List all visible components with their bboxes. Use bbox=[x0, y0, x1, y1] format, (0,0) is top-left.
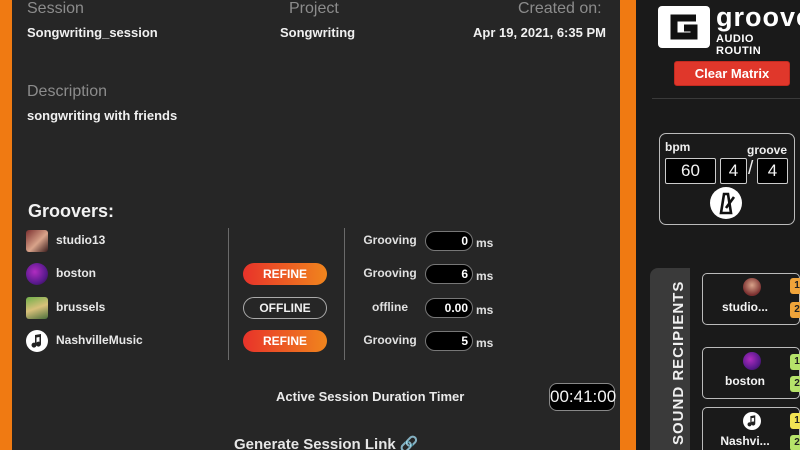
logo-subtitle: AUDIO ROUTIN bbox=[716, 33, 762, 57]
created-label: Created on: bbox=[518, 0, 602, 17]
channel-badge[interactable]: 1 bbox=[790, 354, 800, 370]
latency-unit: ms bbox=[476, 269, 494, 283]
avatar bbox=[743, 352, 761, 370]
link-icon: 🔗 bbox=[399, 436, 419, 450]
latency-field: 0.00 bbox=[425, 298, 473, 318]
groover-status: Grooving bbox=[363, 266, 417, 280]
channel-badge[interactable]: 1 bbox=[790, 413, 800, 429]
recipient-name: boston bbox=[725, 374, 765, 388]
generate-link-label: Generate Session Link bbox=[234, 436, 396, 450]
generate-link-button[interactable]: Generate Session Link 🔗 bbox=[234, 435, 419, 450]
session-timer: 00:41:00 bbox=[549, 383, 616, 411]
left-accent-bar bbox=[0, 0, 12, 450]
groover-row: boston REFINE Grooving 6 ms bbox=[26, 260, 626, 288]
description-label: Description bbox=[27, 83, 108, 100]
panel-gap bbox=[636, 0, 648, 450]
sound-recipients-label: SOUND RECIPIENTS bbox=[670, 280, 687, 445]
groover-row: brussels OFFLINE offline 0.00 ms bbox=[26, 294, 626, 322]
logo-text: groove bbox=[716, 2, 800, 32]
avatar bbox=[743, 278, 761, 296]
session-name: Songwriting_session bbox=[27, 25, 158, 40]
latency-field: 6 bbox=[425, 264, 473, 284]
groover-name: brussels bbox=[56, 300, 106, 314]
avatar bbox=[26, 230, 48, 252]
groover-name: NashvilleMusic bbox=[56, 333, 143, 347]
recipient-name: Nashvi... bbox=[720, 434, 770, 448]
groover-status: Grooving bbox=[363, 333, 417, 347]
recipient-card[interactable]: studio... 1 2 bbox=[702, 273, 800, 325]
groover-name: studio13 bbox=[56, 233, 106, 247]
avatar bbox=[26, 297, 48, 319]
session-panel: Session Songwriting_session Project Song… bbox=[12, 0, 620, 450]
project-name: Songwriting bbox=[280, 25, 356, 40]
recipient-card[interactable]: Nashvi... 1 2 bbox=[702, 407, 800, 450]
recipient-card[interactable]: boston 1 2 bbox=[702, 347, 800, 399]
channel-badge[interactable]: 2 bbox=[790, 376, 800, 392]
avatar bbox=[26, 263, 48, 285]
timer-label: Active Session Duration Timer bbox=[276, 389, 465, 404]
latency-unit: ms bbox=[476, 303, 494, 317]
project-label: Project bbox=[289, 0, 339, 17]
groovers-title: Groovers: bbox=[28, 201, 115, 221]
groover-status: Grooving bbox=[363, 233, 417, 247]
description-text: songwriting with friends bbox=[27, 108, 178, 123]
groove-logo-icon bbox=[658, 6, 710, 48]
refine-button[interactable]: REFINE bbox=[243, 330, 327, 352]
latency-field: 5 bbox=[425, 331, 473, 351]
latency-unit: ms bbox=[476, 236, 494, 250]
bpm-input[interactable]: 60 bbox=[665, 158, 716, 184]
recipient-name: studio... bbox=[722, 300, 768, 314]
groover-row: NashvilleMusic REFINE Grooving 5 ms bbox=[26, 327, 626, 355]
groover-name: boston bbox=[56, 266, 96, 280]
bpm-label: bpm bbox=[665, 140, 691, 154]
music-note-icon bbox=[26, 330, 48, 352]
latency-unit: ms bbox=[476, 336, 494, 350]
meter-slash: / bbox=[748, 158, 754, 179]
metronome-icon[interactable] bbox=[710, 187, 742, 219]
groover-row: studio13 Grooving 0 ms bbox=[26, 227, 626, 255]
music-note-icon bbox=[743, 412, 761, 430]
offline-button[interactable]: OFFLINE bbox=[243, 297, 327, 319]
latency-field: 0 bbox=[425, 231, 473, 251]
meter-numerator-input[interactable]: 4 bbox=[720, 158, 747, 184]
created-date: Apr 19, 2021, 6:35 PM bbox=[473, 25, 606, 40]
sidebar-divider bbox=[652, 98, 800, 99]
groove-label: groove bbox=[747, 143, 788, 157]
session-label: Session bbox=[27, 0, 84, 17]
channel-badge[interactable]: 2 bbox=[790, 435, 800, 450]
refine-button[interactable]: REFINE bbox=[243, 263, 327, 285]
clear-matrix-button[interactable]: Clear Matrix bbox=[674, 61, 790, 86]
channel-badge[interactable]: 2 bbox=[790, 302, 800, 318]
channel-badge[interactable]: 1 bbox=[790, 278, 800, 294]
groover-status: offline bbox=[372, 300, 408, 314]
right-accent-bar bbox=[620, 0, 636, 450]
meter-denominator-input[interactable]: 4 bbox=[757, 158, 788, 184]
